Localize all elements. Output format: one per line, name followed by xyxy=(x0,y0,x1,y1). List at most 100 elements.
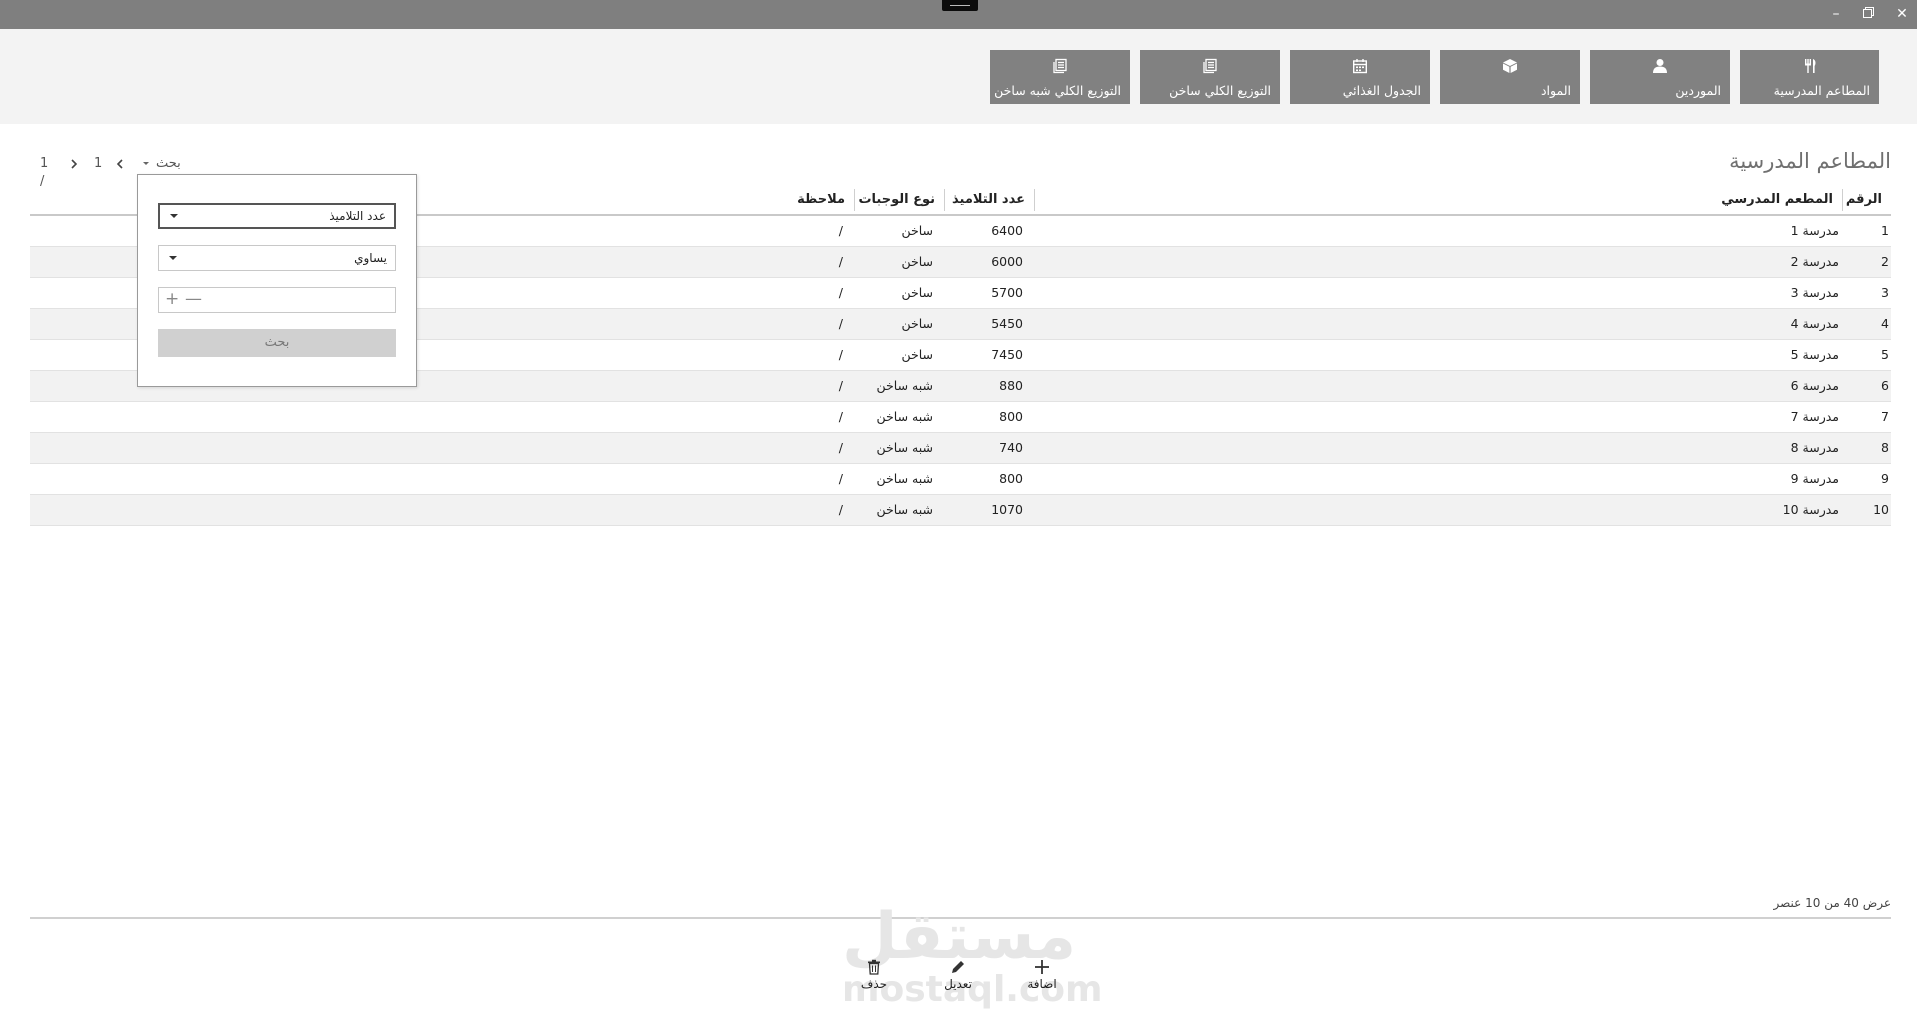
cell-restaurant: مدرسة 7 xyxy=(1790,409,1839,424)
cell-restaurant: مدرسة 1 xyxy=(1790,223,1839,238)
footer-of-label: من xyxy=(1824,896,1840,910)
footer-divider xyxy=(30,917,1891,919)
nav-tile-label: الموردين xyxy=(1675,83,1721,98)
footer-count: 10 xyxy=(1805,896,1821,910)
cell-restaurant: مدرسة 5 xyxy=(1790,347,1839,362)
column-divider xyxy=(1034,189,1035,211)
delete-label: حذف xyxy=(860,977,888,991)
cell-students: 7450 xyxy=(991,347,1023,362)
cell-restaurant: مدرسة 9 xyxy=(1790,471,1839,486)
nav-tile-total-semi-hot-distribution[interactable]: التوزيع الكلي شبه ساخن xyxy=(990,50,1130,104)
next-page-icon[interactable] xyxy=(70,155,78,179)
cell-note: / xyxy=(838,223,843,238)
cell-id: 3 xyxy=(1881,285,1889,300)
cell-note: / xyxy=(838,502,843,517)
restore-icon[interactable] xyxy=(1859,6,1877,22)
column-header-restaurant[interactable]: المطعم المدرسي xyxy=(1721,189,1833,211)
cell-id: 8 xyxy=(1881,440,1889,455)
cell-restaurant: مدرسة 6 xyxy=(1790,378,1839,393)
trash-icon xyxy=(844,958,904,976)
pencil-icon xyxy=(928,958,988,976)
cell-students: 800 xyxy=(999,471,1023,486)
cell-restaurant: مدرسة 2 xyxy=(1790,254,1839,269)
nav-tile-total-hot-distribution[interactable]: التوزيع الكلي ساخن xyxy=(1140,50,1280,104)
cell-students: 880 xyxy=(999,378,1023,393)
delete-button[interactable]: حذف xyxy=(844,958,904,992)
cell-meal-type: ساخن xyxy=(901,316,933,331)
cell-note: / xyxy=(838,316,843,331)
cell-note: / xyxy=(838,409,843,424)
cell-students: 5700 xyxy=(991,285,1023,300)
close-icon[interactable]: ✕ xyxy=(1893,6,1911,22)
filter-value-input[interactable]: + — xyxy=(158,287,396,313)
table-row[interactable]: 7 مدرسة 7 800 شبه ساخن / xyxy=(30,402,1891,433)
nav-tile-label: التوزيع الكلي شبه ساخن xyxy=(994,83,1121,98)
filter-field-select[interactable]: عدد التلاميذ xyxy=(158,203,396,229)
cell-students: 800 xyxy=(999,409,1023,424)
chevron-down-icon xyxy=(170,214,178,218)
nav-tile-label: المطاعم المدرسية xyxy=(1773,83,1870,98)
minus-icon[interactable]: — xyxy=(185,291,202,308)
nav-tile-meal-schedule[interactable]: الجدول الغذائي xyxy=(1290,50,1430,104)
cell-note: / xyxy=(838,347,843,362)
top-nav: المطاعم المدرسية الموردين المواد الجدول … xyxy=(0,29,1917,124)
filter-operator-select[interactable]: يساوي xyxy=(158,245,396,271)
cell-meal-type: ساخن xyxy=(901,285,933,300)
prev-page-icon[interactable] xyxy=(116,155,124,179)
cell-meal-type: شبه ساخن xyxy=(876,502,933,517)
nav-tile-school-restaurants[interactable]: المطاعم المدرسية xyxy=(1740,50,1879,104)
column-divider xyxy=(854,189,855,211)
filter-field-value: عدد التلاميذ xyxy=(329,209,386,223)
cell-students: 6400 xyxy=(991,223,1023,238)
cell-id: 10 xyxy=(1873,502,1889,517)
column-header-id[interactable]: الرقم xyxy=(1846,189,1882,211)
cell-meal-type: شبه ساخن xyxy=(876,378,933,393)
nav-tile-materials[interactable]: المواد xyxy=(1440,50,1580,104)
cell-note: / xyxy=(838,285,843,300)
column-header-note[interactable]: ملاحظة xyxy=(797,189,845,211)
cell-id: 5 xyxy=(1881,347,1889,362)
cell-students: 6000 xyxy=(991,254,1023,269)
filter-operator-value: يساوي xyxy=(354,251,387,265)
cell-id: 9 xyxy=(1881,471,1889,486)
cell-meal-type: ساخن xyxy=(901,347,933,362)
column-header-meal-type[interactable]: نوع الوجبات xyxy=(858,189,935,211)
table-row[interactable]: 9 مدرسة 9 800 شبه ساخن / xyxy=(30,464,1891,495)
plus-icon xyxy=(1012,958,1072,976)
minimize-icon[interactable]: – xyxy=(1827,6,1845,22)
footer-page-size[interactable]: 40 xyxy=(1844,896,1859,910)
add-button[interactable]: اضافة xyxy=(1012,958,1072,992)
plus-icon[interactable]: + xyxy=(165,291,179,308)
cell-meal-type: ساخن xyxy=(901,223,933,238)
footer-items-label: عنصر xyxy=(1773,896,1802,910)
cell-id: 7 xyxy=(1881,409,1889,424)
search-toggle-label: بحث xyxy=(156,156,181,171)
cell-note: / xyxy=(838,440,843,455)
nav-tile-suppliers[interactable]: الموردين xyxy=(1590,50,1730,104)
table-row[interactable]: 10 مدرسة 10 1070 شبه ساخن / xyxy=(30,495,1891,526)
cell-students: 1070 xyxy=(991,502,1023,517)
document-icon xyxy=(1140,58,1280,74)
cell-note: / xyxy=(838,378,843,393)
cell-students: 740 xyxy=(999,440,1023,455)
cell-restaurant: مدرسة 4 xyxy=(1790,316,1839,331)
cell-meal-type: شبه ساخن xyxy=(876,471,933,486)
cell-meal-type: شبه ساخن xyxy=(876,409,933,424)
table-row[interactable]: 8 مدرسة 8 740 شبه ساخن / xyxy=(30,433,1891,464)
column-header-students[interactable]: عدد التلاميذ xyxy=(952,189,1025,211)
chevron-down-icon xyxy=(169,256,177,260)
document-icon xyxy=(990,58,1130,74)
current-page: 1 xyxy=(94,156,103,171)
cell-id: 1 xyxy=(1881,223,1889,238)
column-divider xyxy=(1842,189,1843,211)
cell-id: 6 xyxy=(1881,378,1889,393)
nav-tile-label: الجدول الغذائي xyxy=(1342,83,1421,98)
cell-note: / xyxy=(838,254,843,269)
cell-meal-type: شبه ساخن xyxy=(876,440,933,455)
edit-button[interactable]: تعديل xyxy=(928,958,988,992)
filter-search-button[interactable]: بحث xyxy=(158,329,396,357)
drag-handle[interactable] xyxy=(942,0,978,11)
page-title: المطاعم المدرسية xyxy=(1729,149,1891,173)
box-icon xyxy=(1440,58,1580,74)
items-info: عرض 40 من 10 عنصر xyxy=(1773,896,1891,910)
